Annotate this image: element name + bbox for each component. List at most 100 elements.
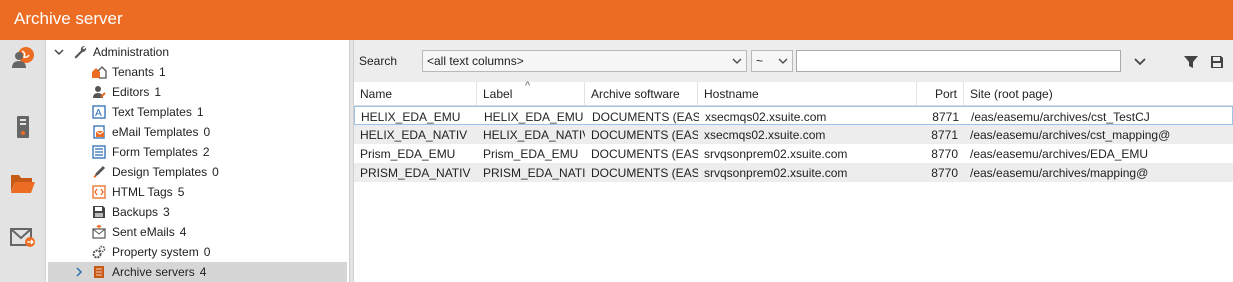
folder-open-icon[interactable] xyxy=(9,169,37,197)
tree-item-label: Tenants xyxy=(112,65,155,79)
tree-item-editors[interactable]: Editors 1 xyxy=(46,82,349,102)
cell-archive-software: DOCUMENTS (EAS) xyxy=(592,109,699,124)
search-column-value: <all text columns> xyxy=(427,54,524,68)
tree-item-email-templates[interactable]: eMail Templates 0 xyxy=(46,122,349,142)
column-header-name[interactable]: Name xyxy=(354,82,477,106)
filter-button[interactable] xyxy=(1182,53,1200,71)
title-bar: Archive server xyxy=(0,0,1233,40)
cell-archive-software: DOCUMENTS (EAS) xyxy=(591,146,698,161)
cell-archive-software: DOCUMENTS (EAS) xyxy=(591,165,698,180)
tree-item-html-tags[interactable]: HTML Tags 5 xyxy=(46,182,349,202)
column-header-archive-software[interactable]: Archive software xyxy=(585,82,698,106)
mail-forward-icon[interactable] xyxy=(9,223,37,251)
users-globe-icon[interactable] xyxy=(9,44,37,72)
sent-mail-icon xyxy=(91,224,107,240)
table-row[interactable]: PRISM_EDA_NATIV PRISM_EDA_NATIV DOCUMENT… xyxy=(354,163,1233,182)
wrench-icon xyxy=(72,44,88,60)
search-operator-select[interactable]: ~ xyxy=(751,50,793,72)
tree-item-count: 4 xyxy=(199,265,207,279)
tree-item-label: Text Templates xyxy=(112,105,192,119)
search-label: Search xyxy=(359,54,398,68)
table-row[interactable]: Prism_EDA_EMU Prism_EDA_EMU DOCUMENTS (E… xyxy=(354,144,1233,163)
tree-item-design-templates[interactable]: Design Templates 0 xyxy=(46,162,349,182)
sort-ascending-icon: ^ xyxy=(525,80,531,92)
tree-item-text-templates[interactable]: A Text Templates 1 xyxy=(46,102,349,122)
tree-item-tenants[interactable]: Tenants 1 xyxy=(46,62,349,82)
cell-port: 8770 xyxy=(931,165,958,180)
cell-port: 8771 xyxy=(931,127,958,142)
cell-label: Prism_EDA_EMU xyxy=(483,146,579,161)
search-bar: Search <all text columns> ~ xyxy=(354,40,1233,82)
cell-hostname: xsecmqs02.xsuite.com xyxy=(705,109,827,124)
chevron-down-icon xyxy=(1134,58,1146,66)
tree-item-property-system[interactable]: Property system 0 xyxy=(46,242,349,262)
tree-item-count: 4 xyxy=(179,225,187,239)
archive-servers-grid: Name Label ^ Archive software Hostname P… xyxy=(354,80,1233,282)
tree-item-count: 1 xyxy=(196,105,204,119)
chevron-down-icon[interactable] xyxy=(53,46,65,58)
tree-item-label: Editors xyxy=(112,85,150,99)
table-row[interactable]: HELIX_EDA_EMU HELIX_EDA_EMU DOCUMENTS (E… xyxy=(354,106,1233,125)
houses-icon xyxy=(91,64,107,80)
cell-site: /eas/easemu/archives/cst_TestCJ xyxy=(971,109,1150,124)
navigation-tree: Administration Tenants 1 Editors 1 A Tex… xyxy=(46,40,349,282)
chevron-down-icon xyxy=(777,55,789,67)
column-header-label[interactable]: Label xyxy=(477,82,585,106)
tree-item-label: Form Templates xyxy=(112,145,198,159)
gears-icon xyxy=(91,244,107,260)
tree-item-label: Administration xyxy=(93,45,170,59)
column-header-site[interactable]: Site (root page) xyxy=(964,82,1233,106)
grid-header: Name Label ^ Archive software Hostname P… xyxy=(354,80,1233,106)
cell-label: HELIX_EDA_NATIV xyxy=(483,127,585,142)
cell-site: /eas/easemu/archives/cst_mapping@ xyxy=(970,127,1171,142)
window-title: Archive server xyxy=(14,9,123,28)
table-row[interactable]: HELIX_EDA_NATIV HELIX_EDA_NATIV DOCUMENT… xyxy=(354,125,1233,144)
tree-item-count: 0 xyxy=(203,245,211,259)
search-column-select[interactable]: <all text columns> xyxy=(422,50,747,72)
tree-item-label: HTML Tags xyxy=(112,185,173,199)
server-icon[interactable] xyxy=(9,113,37,141)
tree-item-label: Backups xyxy=(112,205,159,219)
save-icon xyxy=(1211,56,1223,68)
tree-item-count: 2 xyxy=(202,145,210,159)
tree-item-administration[interactable]: Administration xyxy=(46,42,349,62)
design-template-icon xyxy=(91,164,107,180)
cell-site: /eas/easemu/archives/mapping@ xyxy=(970,165,1149,180)
cell-label: PRISM_EDA_NATIV xyxy=(483,165,585,180)
cell-hostname: xsecmqs02.xsuite.com xyxy=(704,127,826,142)
tree-item-label: eMail Templates xyxy=(112,125,199,139)
text-template-icon: A xyxy=(91,104,107,120)
chevron-down-icon xyxy=(731,55,743,67)
tree-item-count: 5 xyxy=(177,185,185,199)
cell-archive-software: DOCUMENTS (EAS) xyxy=(591,127,698,142)
form-template-icon xyxy=(91,144,107,160)
chevron-right-icon[interactable] xyxy=(73,266,85,278)
tree-item-label: Design Templates xyxy=(112,165,208,179)
expand-search-button[interactable] xyxy=(1131,53,1149,71)
column-header-hostname[interactable]: Hostname xyxy=(698,82,917,106)
tree-item-label: Archive servers xyxy=(112,265,195,279)
tree-item-count: 0 xyxy=(212,165,219,179)
cell-name: Prism_EDA_EMU xyxy=(360,146,456,161)
cell-port: 8771 xyxy=(932,109,959,124)
column-header-label-text: Label xyxy=(483,87,513,101)
tree-item-sent-emails[interactable]: Sent eMails 4 xyxy=(46,222,349,242)
svg-text:A: A xyxy=(95,108,102,119)
tree-item-count: 0 xyxy=(203,125,211,139)
tree-item-archive-servers[interactable]: Archive servers 4 xyxy=(48,262,347,282)
html-tags-icon xyxy=(91,184,107,200)
column-header-port[interactable]: Port xyxy=(917,82,964,106)
tree-item-label: Property system xyxy=(112,245,199,259)
tree-item-backups[interactable]: Backups 3 xyxy=(46,202,349,222)
cell-site: /eas/easemu/archives/EDA_EMU xyxy=(970,146,1149,161)
editor-user-icon xyxy=(91,84,107,100)
cell-hostname: srvqsonprem02.xsuite.com xyxy=(704,165,848,180)
cell-name: PRISM_EDA_NATIV xyxy=(360,165,471,180)
search-input[interactable] xyxy=(796,50,1121,72)
archive-server-icon xyxy=(91,264,107,280)
save-button[interactable] xyxy=(1208,53,1226,71)
tree-item-form-templates[interactable]: Form Templates 2 xyxy=(46,142,349,162)
email-template-icon xyxy=(91,124,107,140)
navigation-rail xyxy=(0,40,46,282)
cell-label: HELIX_EDA_EMU xyxy=(484,109,584,124)
